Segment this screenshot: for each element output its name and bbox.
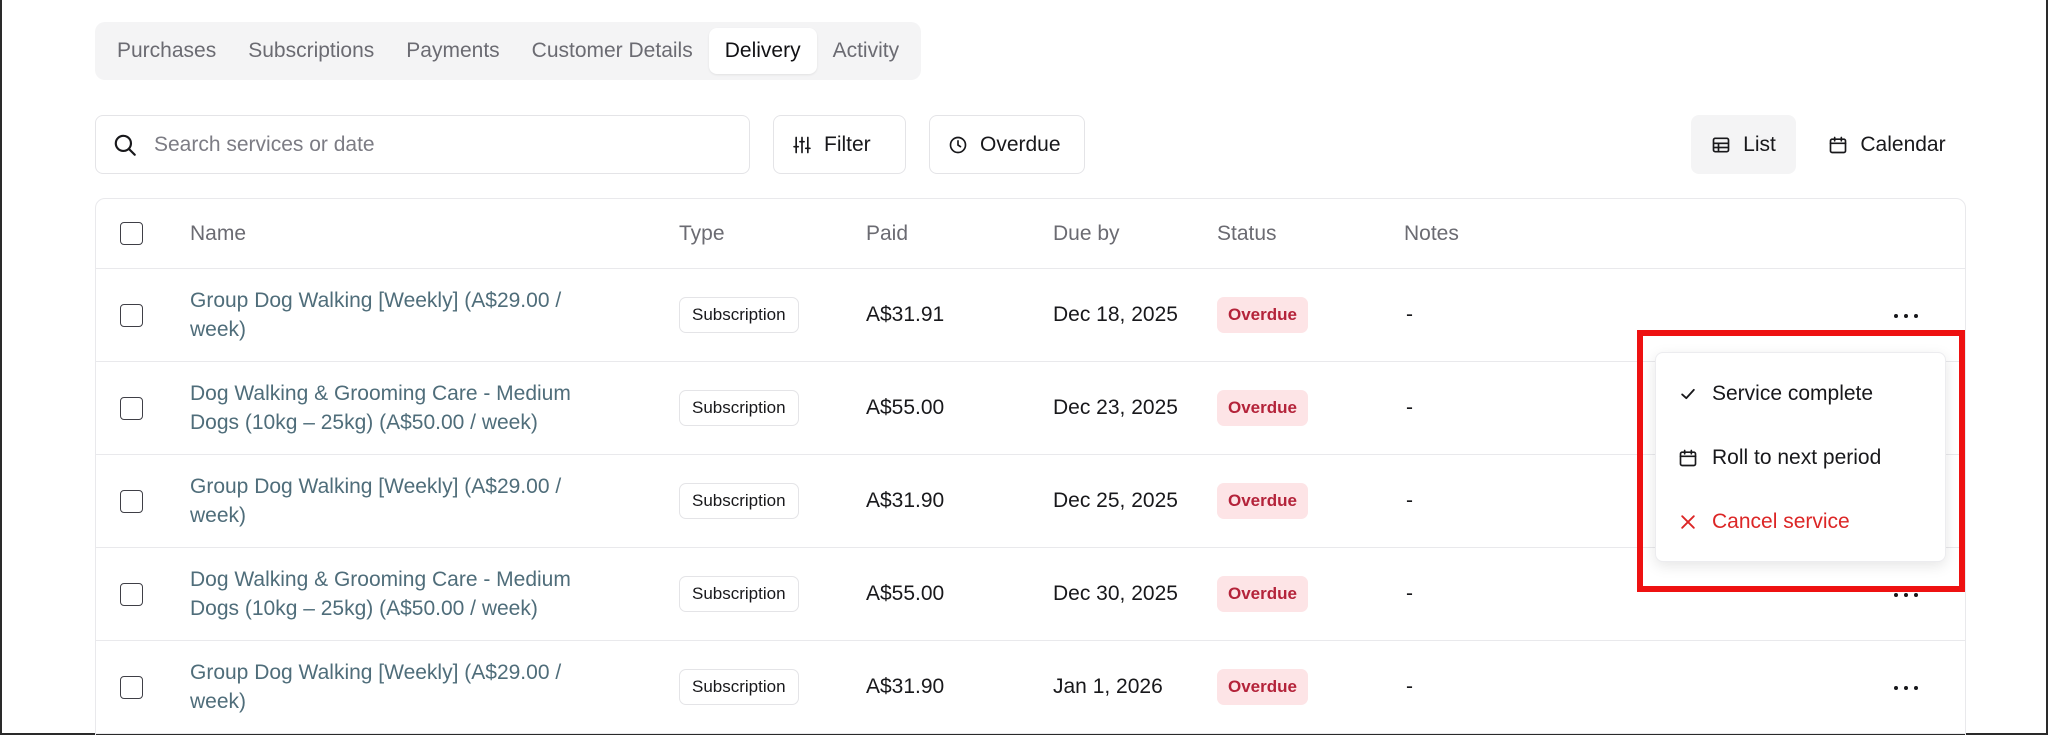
type-badge: Subscription	[679, 669, 799, 705]
notes-value: -	[1406, 582, 1413, 605]
column-header-name: Name	[190, 222, 247, 245]
list-icon	[1712, 137, 1730, 152]
due-date: Dec 18, 2025	[1053, 303, 1178, 326]
row-checkbox[interactable]	[120, 490, 143, 513]
paid-amount: A$31.90	[866, 489, 945, 512]
search-box	[95, 115, 750, 174]
status-badge: Overdue	[1217, 297, 1308, 333]
list-view-button[interactable]: List	[1691, 115, 1796, 174]
notes-value: -	[1406, 675, 1413, 698]
highlight-box	[1637, 330, 1965, 592]
tab-delivery[interactable]: Delivery	[708, 28, 817, 74]
filter-button[interactable]: Filter	[773, 115, 906, 174]
row-checkbox[interactable]	[120, 676, 143, 699]
notes-value: -	[1406, 489, 1413, 512]
row-checkbox[interactable]	[120, 304, 143, 327]
table-header: Name Type Paid Due by Status Notes	[96, 199, 1965, 269]
tab-activity[interactable]: Activity	[817, 28, 916, 74]
column-header-due-by: Due by	[1053, 222, 1120, 245]
column-header-status: Status	[1217, 222, 1277, 245]
row-checkbox[interactable]	[120, 397, 143, 420]
clock-icon	[949, 136, 967, 153]
table-row: Group Dog Walking [Weekly] (A$29.00 / we…	[96, 641, 1965, 734]
row-actions-button[interactable]	[1886, 673, 1926, 703]
type-badge: Subscription	[679, 297, 799, 333]
service-name-link[interactable]: Group Dog Walking [Weekly] (A$29.00 / we…	[190, 658, 610, 716]
due-date: Dec 25, 2025	[1053, 489, 1178, 512]
status-badge: Overdue	[1217, 483, 1308, 519]
service-name-link[interactable]: Group Dog Walking [Weekly] (A$29.00 / we…	[190, 472, 610, 530]
notes-value: -	[1406, 396, 1413, 419]
status-badge: Overdue	[1217, 576, 1308, 612]
type-badge: Subscription	[679, 576, 799, 612]
calendar-icon	[1830, 136, 1847, 153]
calendar-view-button[interactable]: Calendar	[1812, 115, 1962, 174]
row-checkbox[interactable]	[120, 583, 143, 606]
service-name-link[interactable]: Dog Walking & Grooming Care - Medium Dog…	[190, 379, 610, 437]
paid-amount: A$31.91	[866, 303, 945, 326]
due-date: Dec 23, 2025	[1053, 396, 1178, 419]
type-badge: Subscription	[679, 390, 799, 426]
overdue-filter-button[interactable]: Overdue	[929, 115, 1085, 174]
calendar-view-label: Calendar	[1860, 132, 1946, 156]
paid-amount: A$31.90	[866, 675, 945, 698]
row-actions-button[interactable]	[1886, 301, 1926, 331]
tab-payments[interactable]: Payments	[390, 28, 515, 74]
column-header-type: Type	[679, 222, 725, 245]
status-badge: Overdue	[1217, 390, 1308, 426]
service-name-link[interactable]: Group Dog Walking [Weekly] (A$29.00 / we…	[190, 286, 610, 344]
service-name-link[interactable]: Dog Walking & Grooming Care - Medium Dog…	[190, 565, 610, 623]
tab-subscriptions[interactable]: Subscriptions	[232, 28, 390, 74]
search-input[interactable]	[154, 132, 714, 157]
type-badge: Subscription	[679, 483, 799, 519]
list-view-label: List	[1743, 132, 1776, 156]
tab-purchases[interactable]: Purchases	[101, 28, 232, 74]
paid-amount: A$55.00	[866, 396, 945, 419]
select-all-checkbox[interactable]	[120, 222, 143, 245]
due-date: Jan 1, 2026	[1053, 675, 1163, 698]
notes-value: -	[1406, 303, 1413, 326]
search-icon	[114, 134, 136, 156]
due-date: Dec 30, 2025	[1053, 582, 1178, 605]
overdue-label: Overdue	[980, 132, 1061, 156]
paid-amount: A$55.00	[866, 582, 945, 605]
status-badge: Overdue	[1217, 669, 1308, 705]
column-header-paid: Paid	[866, 222, 909, 245]
tab-bar: Purchases Subscriptions Payments Custome…	[95, 22, 922, 80]
column-header-notes: Notes	[1404, 222, 1459, 245]
sliders-icon	[793, 136, 811, 153]
tab-customer-details[interactable]: Customer Details	[516, 28, 709, 74]
filter-label: Filter	[824, 132, 871, 156]
